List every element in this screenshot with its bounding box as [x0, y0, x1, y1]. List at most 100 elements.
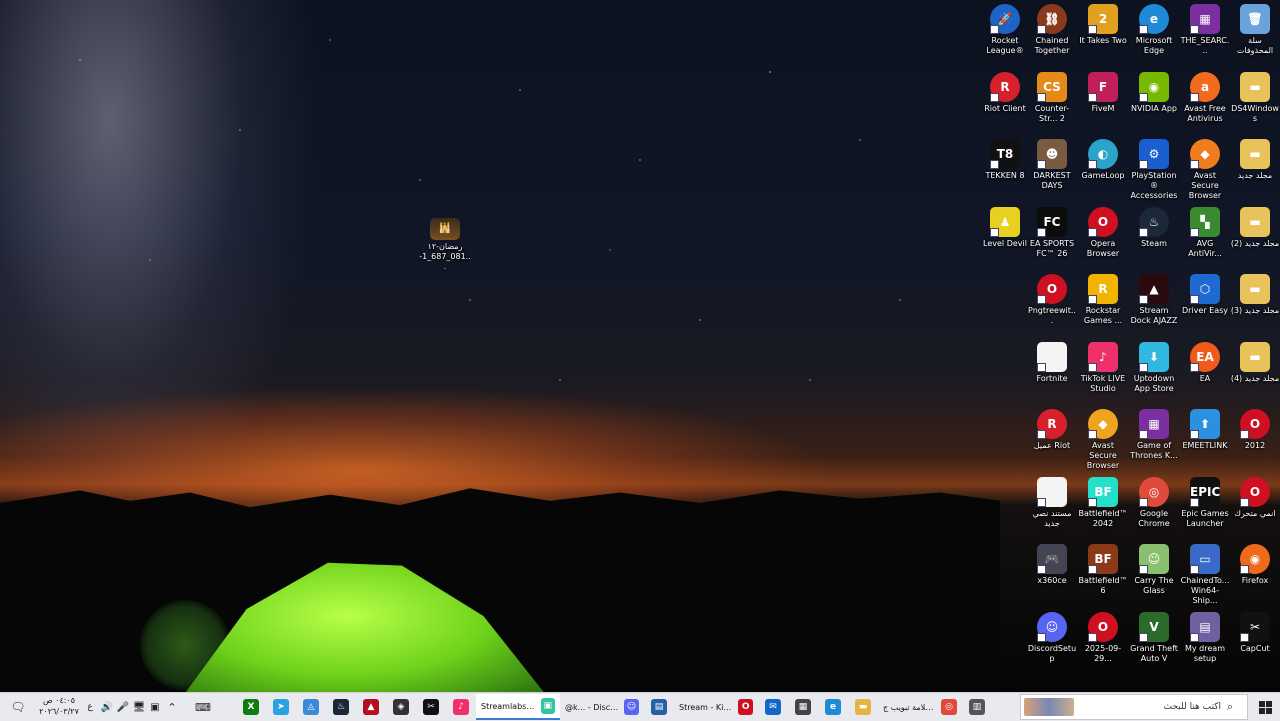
desktop-icon-uptodown-app-store[interactable]: ⬇ Uptodown App Store — [1129, 341, 1179, 394]
desktop-icon-nvidia-app[interactable]: ◉ NVIDIA App — [1129, 71, 1179, 114]
taskbar-pinned-store[interactable]: ▦ — [788, 693, 818, 721]
taskbar-window-chrome-window[interactable]: ◎ علامة تبويب ج... — [878, 694, 962, 720]
desktop-icon-opera-2012[interactable]: O 2012 — [1230, 409, 1280, 451]
gta-v-icon: V — [1139, 611, 1169, 642]
taskbar-pinned-outlook[interactable]: ✉ — [758, 693, 788, 721]
taskbar-window-discord-window[interactable]: ☺ @k... - Discord — [560, 694, 644, 720]
desktop-icon-darkest-days[interactable]: ☻ DARKEST DAYS — [1027, 139, 1077, 191]
desktop-icon-gta-v[interactable]: V Grand Theft Auto V — [1129, 611, 1179, 664]
input-language[interactable]: ع — [84, 693, 96, 721]
desktop-icon-battlefield-2042[interactable]: BF Battlefield™ 2042 — [1078, 476, 1128, 529]
notifications-icon[interactable]: 🗨 — [4, 693, 32, 721]
desktop-icon-fivem[interactable]: F FiveM — [1078, 71, 1128, 114]
desktop-icon-my-dream-setup[interactable]: ▤ My dream setup — [1180, 611, 1230, 664]
taskbar-pinned-capcut-tb[interactable]: ✂ — [416, 693, 446, 721]
desktop-icon-avast-secure-browser-1[interactable]: ◆ Avast Secure Browser — [1180, 139, 1230, 201]
desktop-icon-opera-browser[interactable]: O Opera Browser — [1078, 206, 1128, 259]
desktop-icon-playstation-accessories[interactable]: ⚙ PlayStation® Accessories — [1129, 139, 1179, 201]
desktop-icon-it-takes-two[interactable]: 2 It Takes Two — [1078, 4, 1128, 46]
desktop-icon-tiktok-live-studio[interactable]: ♪ TikTok LIVE Studio — [1078, 341, 1128, 394]
chevron-up-icon[interactable]: ⌃ — [164, 693, 180, 721]
desktop-icon-chained-together[interactable]: ⛓ Chained Together — [1027, 4, 1077, 56]
desktop-icon-pngtreewit[interactable]: O Pngtreewit... — [1027, 274, 1077, 326]
desktop-icon-avast-secure-browser-2[interactable]: ◆ Avast Secure Browser — [1078, 409, 1128, 471]
desktop-icon-new-folder-4[interactable]: ▬ (4) مجلد جديد — [1230, 341, 1280, 384]
opera-browser-icon: O — [1088, 206, 1118, 237]
desktop-icon-rocket-league[interactable]: 🚀 Rocket League® — [980, 4, 1030, 56]
app-azure-icon: ◬ — [303, 699, 319, 715]
taskbar-pinned-app-azure[interactable]: ◬ — [296, 693, 326, 721]
search-box[interactable]: اكتب هنا للبحث ⌕ — [1020, 694, 1248, 720]
taskbar-pinned-ajazz[interactable]: ▲ — [356, 693, 386, 721]
desktop-icon-opera-2025[interactable]: O 2025-09-29... — [1078, 611, 1128, 664]
google-chrome-icon: ◎ — [1139, 476, 1169, 507]
desktop-icon-carry-the-glass[interactable]: ☺ Carry The Glass — [1129, 544, 1179, 596]
outlook-icon: ✉ — [765, 699, 781, 715]
desktop-icon-battlefield-6[interactable]: BF Battlefield™ 6 — [1078, 544, 1128, 596]
desktop-icon-epic-games-launcher[interactable]: EPIC Epic Games Launcher — [1180, 476, 1230, 529]
desktop-icon-ds4windows[interactable]: ▬ DS4Windows — [1230, 71, 1280, 124]
edge-icon: e — [825, 699, 841, 715]
desktop-icon-google-chrome[interactable]: ◎ Google Chrome — [1129, 476, 1179, 529]
desktop-icon-microsoft-edge[interactable]: e Microsoft Edge — [1129, 4, 1179, 56]
opera-2025-icon: O — [1088, 611, 1118, 642]
chrome-window-icon: ◎ — [941, 699, 957, 715]
desktop-icon-counter-strike[interactable]: CS Counter-Str... 2 — [1027, 71, 1077, 124]
desktop-icon-avast-free-antivirus[interactable]: a Avast Free Antivirus — [1180, 71, 1230, 124]
network-icon[interactable]: 🖥 — [132, 693, 146, 721]
desktop-icon-ea-sports-fc-26[interactable]: FC EA SPORTS FC™ 26 — [1027, 206, 1077, 259]
taskbar-pinned-tiktok[interactable]: ♪ — [446, 693, 476, 721]
system-clock[interactable]: ٠٤:٠٥ ص ٢٠٢٦/٠٣/٢٧ — [34, 695, 84, 717]
desktop-icon-firefox[interactable]: ◉ Firefox — [1230, 544, 1280, 586]
desktop-icon-opera-ar[interactable]: O انمي متحرك — [1230, 476, 1280, 519]
desktop-icon-new-folder-2[interactable]: ▬ (2) مجلد جديد — [1230, 206, 1280, 249]
volume-icon[interactable]: 🔊 — [100, 693, 114, 721]
desktop-icon-recycle-bin[interactable]: 🗑 سلة المحذوفات — [1230, 4, 1280, 56]
desktop-icon-capcut[interactable]: ✂ CapCut — [1230, 611, 1280, 654]
taskbar-window-opera-kick[interactable]: O Stream - Kick... — [674, 694, 758, 720]
taskbar-pinned-telegram[interactable]: ➤ — [266, 693, 296, 721]
desktop-icon-driver-easy[interactable]: ⬡ Driver Easy — [1180, 274, 1230, 316]
taskbar-pinned-taskview[interactable]: ▥ — [962, 693, 992, 721]
taskbar-pinned-file-explorer[interactable]: ▬ — [848, 693, 878, 721]
desktop-icon-new-folder-3[interactable]: ▬ (3) مجلد جديد — [1230, 274, 1280, 316]
new-folder-2-icon: ▬ — [1240, 206, 1270, 237]
desktop-icon-game-of-thrones[interactable]: ▦ Game of Thrones K... — [1129, 409, 1179, 461]
desktop-icon-label: ChainedTo... Win64-Ship... — [1180, 576, 1230, 605]
keyboard-icon[interactable]: ⌨ — [192, 693, 214, 721]
desktop-icon-steam[interactable]: ♨ Steam — [1129, 206, 1179, 249]
desktop-icon-level-devil[interactable]: ♟ Level Devil — [980, 206, 1030, 249]
x360ce-icon: 🎮 — [1037, 544, 1067, 574]
desktop-icon-ea[interactable]: EA EA — [1180, 341, 1230, 384]
desktop-icon-stream-dock-ajazz[interactable]: ▲ Stream Dock AJAZZ — [1129, 274, 1179, 326]
desktop-icon-tekken-8[interactable]: T8 TEKKEN 8 — [980, 139, 1030, 181]
taskbar-pinned-xbox[interactable]: X — [236, 693, 266, 721]
taskbar-pinned-app-blue[interactable]: ▤ — [644, 693, 674, 721]
desktop-icon-avg-antivirus[interactable]: ▚ AVG AntiVir... — [1180, 206, 1230, 259]
taskbar-pinned-davinci[interactable]: ◈ — [386, 693, 416, 721]
taskbar-pinned-steam-tb[interactable]: ♨ — [326, 693, 356, 721]
desktop-icon-new-text-document[interactable]: مستند نصي جديد — [1027, 476, 1077, 529]
taskbar-pinned-edge[interactable]: e — [818, 693, 848, 721]
desktop-icon-discord-setup[interactable]: ☺ DiscordSetup — [1027, 611, 1077, 664]
avast-secure-browser-1-icon: ◆ — [1190, 139, 1220, 169]
desktop-icon-label: Pngtreewit... — [1028, 306, 1076, 325]
desktop-file-icon[interactable]: 🕌 رمضان-١٢ -1_687_081... — [419, 218, 471, 272]
desktop-icon-riot-client[interactable]: R Riot Client — [980, 71, 1030, 114]
desktop-icon-chainedtogether-shipping[interactable]: ▭ ChainedTo... Win64-Ship... — [1180, 544, 1230, 606]
desktop-icon-label: (3) مجلد جديد — [1230, 306, 1280, 315]
microphone-icon[interactable]: 🎤 — [116, 693, 130, 721]
desktop-icon-fortnite[interactable]: Fortnite — [1027, 341, 1077, 384]
desktop-icon-emeetlink[interactable]: ⬆ EMEETLINK — [1180, 409, 1230, 451]
desktop-icon-rockstar-games[interactable]: R Rockstar Games ... — [1078, 274, 1128, 326]
desktop-icon-the-search[interactable]: ▦ THE_SEARC... — [1180, 4, 1230, 56]
device-icon[interactable]: ▣ — [148, 693, 162, 721]
desktop-icon-x360ce[interactable]: 🎮 x360ce — [1027, 544, 1077, 586]
desktop-icon-new-folder-1[interactable]: ▬ مجلد جديد — [1230, 139, 1280, 181]
start-button[interactable] — [1252, 693, 1278, 721]
desktop-icon-gameloop[interactable]: ◐ GameLoop — [1078, 139, 1128, 181]
desktop-icon-riot-client-ar[interactable]: R عميل Riot — [1027, 409, 1077, 451]
taskbar-window-streamlabs[interactable]: ▣ Streamlabs D... — [476, 694, 560, 720]
desktop-icon-label: Driver Easy — [1181, 306, 1229, 315]
taskbar-window-title: علامة تبويب ج... — [883, 702, 938, 712]
